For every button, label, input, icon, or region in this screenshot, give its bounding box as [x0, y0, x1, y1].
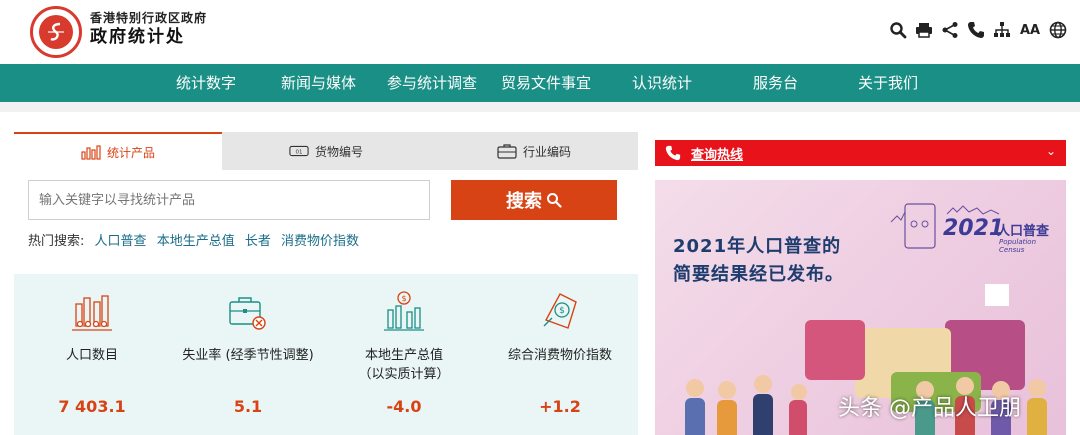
svg-text:01: 01	[296, 150, 303, 156]
org-name-line2: 政府统计处	[90, 27, 185, 47]
site-header: 香港特别行政区政府 政府统计处 AA	[0, 0, 1080, 64]
globe-icon[interactable]	[1048, 18, 1068, 42]
main-nav: 统计数字 新闻与媒体 参与统计调查 贸易文件事宜 认识统计 服务台 关于我们	[0, 64, 1080, 102]
census-logo-year: 2021	[943, 216, 1005, 241]
stat-card-cpi[interactable]: $ 综合消费物价指数 +1.2	[482, 274, 638, 435]
stat-label: 人口数目	[65, 348, 118, 363]
org-name-line1: 香港特别行政区政府	[90, 11, 208, 25]
nav-item-trade-docs[interactable]: 贸易文件事宜	[501, 64, 591, 102]
search-tabs: 统计产品 01 货物编号 行业编码	[14, 132, 638, 170]
census-logo-title: 人口普查	[997, 224, 1050, 239]
stat-value: 5.1	[233, 397, 263, 416]
svg-text:$: $	[559, 306, 565, 316]
stat-card-unemployment[interactable]: 失业率 (经季节性调整) 5.1	[170, 274, 326, 435]
hot-search-term-census[interactable]: 人口普查	[95, 234, 147, 249]
stat-value: +1.2	[539, 397, 581, 416]
search-panel: 统计产品 01 货物编号 行业编码 搜索 热门搜索: 人口普查 本地生产总值 长…	[14, 112, 638, 435]
briefcase-icon	[226, 290, 270, 334]
hot-search-term-cpi[interactable]: 消费物价指数	[281, 234, 359, 249]
search-icon[interactable]	[888, 18, 908, 42]
hotline-label: 查询热线	[691, 147, 744, 163]
stat-product-icon	[81, 145, 101, 160]
phone-icon	[665, 145, 681, 161]
hot-search-label: 热门搜索:	[28, 234, 85, 249]
chevron-down-icon[interactable]: ⌄	[1046, 144, 1056, 158]
goods-code-icon: 01	[289, 145, 309, 157]
tab-label: 货物编号	[314, 144, 363, 159]
stat-value: -4.0	[386, 397, 422, 416]
tab-stat-products[interactable]: 统计产品	[14, 132, 222, 170]
print-icon[interactable]	[914, 18, 934, 42]
search-input[interactable]	[28, 180, 430, 220]
tab-label: 统计产品	[106, 145, 155, 160]
stat-card-population[interactable]: 人口数目 7 403.1	[14, 274, 170, 435]
nav-item-surveys[interactable]: 参与统计调查	[387, 64, 477, 102]
population-icon	[70, 290, 114, 334]
logo-mark-icon	[39, 15, 73, 49]
nav-item-news[interactable]: 新闻与媒体	[281, 64, 356, 102]
banner-headline-line1: 2021年人口普查的	[673, 236, 842, 257]
stat-value: 7 403.1	[58, 397, 126, 416]
tab-industry-code[interactable]: 行业编码	[430, 132, 638, 170]
sitemap-icon[interactable]	[992, 18, 1012, 42]
org-name[interactable]: 香港特别行政区政府 政府统计处	[90, 12, 207, 46]
industry-code-icon	[497, 144, 517, 159]
stat-label: 综合消费物价指数	[507, 348, 612, 363]
watermark-text: 头条 @产品人卫朋	[838, 396, 1021, 421]
censtatd-logo[interactable]	[30, 6, 82, 58]
nav-item-about[interactable]: 关于我们	[858, 64, 918, 102]
stat-label: 本地生产总值 （以实质计算）	[358, 348, 450, 382]
tab-goods-code[interactable]: 01 货物编号	[222, 132, 430, 170]
font-size-icon[interactable]: AA	[1018, 18, 1042, 42]
price-tag-icon: $	[538, 290, 582, 334]
nav-item-statistics[interactable]: 统计数字	[176, 64, 236, 102]
svg-text:$: $	[401, 294, 406, 303]
search-button[interactable]: 搜索	[451, 180, 617, 220]
hot-search-term-gdp[interactable]: 本地生产总值	[157, 234, 235, 249]
census-logo-subtitle: Population Census	[999, 238, 1037, 254]
hot-search-term-elderly[interactable]: 长者	[245, 234, 271, 249]
hotline-bar[interactable]: 查询热线 ⌄	[655, 140, 1066, 166]
hot-search: 热门搜索: 人口普查 本地生产总值 长者 消费物价指数	[28, 230, 359, 249]
nav-item-service[interactable]: 服务台	[753, 64, 798, 102]
tab-label: 行业编码	[522, 144, 571, 159]
gdp-icon: $	[382, 290, 426, 334]
census-2021-logo: 2021 人口普查 Population Census	[887, 202, 1057, 254]
nav-item-learn[interactable]: 认识统计	[632, 64, 692, 102]
content-top-band	[0, 102, 1080, 112]
search-icon	[547, 193, 562, 208]
header-tools: AA	[888, 18, 1068, 42]
phone-icon[interactable]	[966, 18, 986, 42]
stat-card-gdp[interactable]: $ 本地生产总值 （以实质计算） -4.0	[326, 274, 482, 435]
share-icon[interactable]	[940, 18, 960, 42]
key-statistics: 人口数目 7 403.1 失业率 (经季节性调整) 5.1 $ 本地生产总值 （…	[14, 274, 638, 435]
banner-headline-line2: 简要结果经已发布。	[673, 264, 844, 285]
puzzle-piece	[985, 284, 1009, 306]
search-button-label: 搜索	[506, 191, 542, 212]
stat-label: 失业率 (经季节性调整)	[182, 348, 314, 363]
